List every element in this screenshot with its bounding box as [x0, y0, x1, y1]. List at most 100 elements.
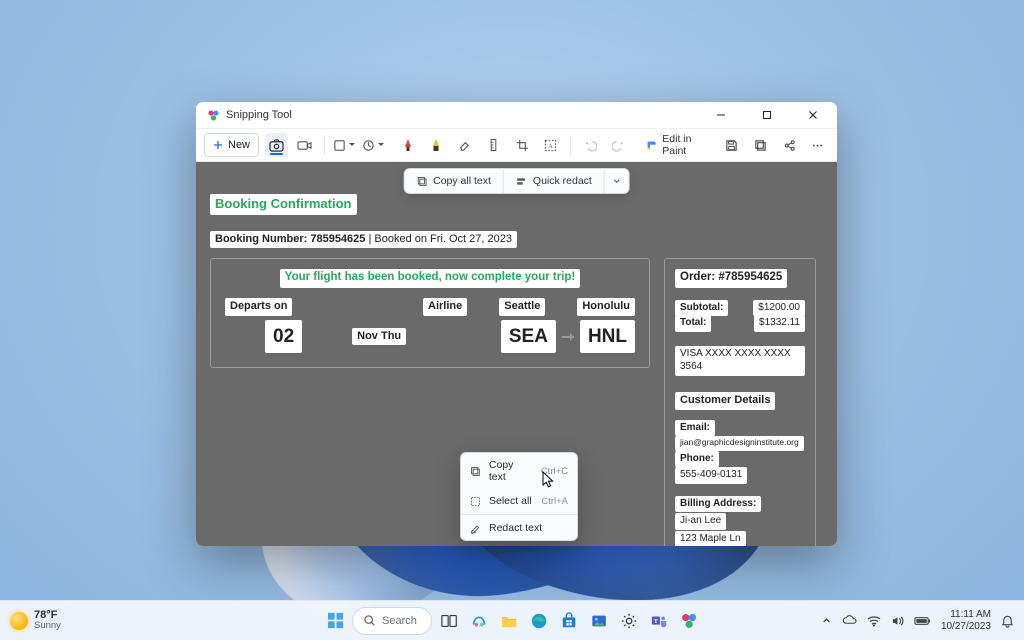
search-icon	[363, 614, 376, 627]
ctx-redact-text[interactable]: Redact text	[461, 516, 577, 540]
copy-all-text-button[interactable]: Copy all text	[404, 169, 503, 193]
titlebar: Snipping Tool	[196, 102, 837, 128]
photos-button[interactable]	[586, 608, 612, 634]
delay-dropdown[interactable]	[362, 133, 385, 157]
copilot-button[interactable]	[466, 608, 492, 634]
edge-button[interactable]	[526, 608, 552, 634]
taskbar-clock[interactable]: 11:11 AM 10/27/2023	[941, 609, 991, 632]
eraser-button[interactable]	[454, 133, 477, 157]
airport-codes: SEA HNL	[501, 320, 635, 354]
email-label: Email:	[675, 420, 715, 437]
ctx-copy-text[interactable]: Copy text Ctrl+C	[461, 453, 577, 489]
undo-button[interactable]	[579, 133, 602, 157]
weather-cond: Sunny	[34, 621, 61, 631]
total-label: Total:	[675, 315, 711, 332]
highlighter-button[interactable]	[425, 133, 448, 157]
redo-button[interactable]	[607, 133, 630, 157]
card-info: VISA XXXX XXXX XXXX 3564	[675, 346, 805, 376]
snip-mode-dropdown[interactable]	[333, 133, 356, 157]
plus-icon	[213, 140, 223, 150]
select-all-icon	[470, 496, 481, 507]
taskbar-center: Search T	[322, 607, 702, 635]
flight-panel: Your flight has been booked, now complet…	[210, 258, 650, 368]
ruler-button[interactable]	[482, 133, 505, 157]
wifi-icon[interactable]	[867, 615, 881, 627]
banner: Your flight has been booked, now complet…	[280, 269, 581, 288]
taskbar: 78°F Sunny Search T 11:11 AM 10/27/2023	[0, 600, 1024, 640]
start-button[interactable]	[322, 608, 348, 634]
total-value: $1332.11	[754, 315, 805, 332]
addr-name: Ji-an Lee	[675, 513, 726, 530]
copy-all-label: Copy all text	[433, 175, 491, 187]
teams-button[interactable]: T	[646, 608, 672, 634]
context-menu: Copy text Ctrl+C Select all Ctrl+A Redac…	[460, 452, 578, 541]
subtotal-label: Subtotal:	[675, 300, 728, 317]
chevron-down-icon	[613, 177, 621, 185]
from-city: Seattle	[499, 298, 545, 316]
notifications-icon[interactable]	[1001, 614, 1014, 628]
paint-icon	[646, 139, 657, 152]
redact-icon	[516, 176, 527, 187]
app-title: Snipping Tool	[226, 109, 292, 121]
settings-button[interactable]	[616, 608, 642, 634]
edit-in-paint-button[interactable]: Edit in Paint	[642, 133, 714, 157]
taskbar-weather[interactable]: 78°F Sunny	[10, 609, 61, 632]
arrow-icon	[562, 336, 574, 338]
quick-redact-dropdown[interactable]	[605, 169, 629, 193]
explorer-button[interactable]	[496, 608, 522, 634]
close-button[interactable]	[793, 102, 833, 128]
addr-line: 123 Maple Ln	[675, 531, 746, 546]
email-value: jian@graphicdesigninstitute.org	[675, 436, 804, 450]
share-button[interactable]	[778, 133, 801, 157]
ctx-redact-label: Redact text	[489, 522, 542, 534]
ctx-select-shortcut: Ctrl+A	[541, 496, 568, 507]
camera-snip-button[interactable]	[265, 133, 288, 157]
copy-button[interactable]	[749, 133, 772, 157]
order-panel: Order: #785954625 Subtotal: $1200.00 Tot…	[664, 258, 816, 546]
copy-icon	[416, 176, 427, 187]
new-button[interactable]: New	[204, 133, 259, 157]
copy-icon	[470, 466, 481, 477]
battery-icon[interactable]	[914, 616, 931, 626]
pen-red-button[interactable]	[396, 133, 419, 157]
redact-icon	[470, 523, 481, 534]
quick-redact-label: Quick redact	[533, 175, 592, 187]
snipping-tool-taskbar[interactable]	[676, 608, 702, 634]
new-button-label: New	[228, 139, 250, 151]
phone-value: 555-409-0131	[675, 467, 747, 484]
depart-day: 02	[265, 320, 302, 354]
ctx-copy-shortcut: Ctrl+C	[541, 466, 568, 477]
text-actions-button[interactable]: A	[539, 133, 562, 157]
order-header: Order: #785954625	[675, 269, 787, 288]
svg-text:A: A	[548, 142, 553, 149]
store-button[interactable]	[556, 608, 582, 634]
to-code: HNL	[580, 320, 635, 354]
doc-heading: Booking Confirmation	[210, 194, 357, 215]
onedrive-icon[interactable]	[842, 615, 857, 626]
addr-label: Billing Address:	[675, 496, 761, 513]
quick-redact-button[interactable]: Quick redact	[504, 169, 604, 193]
clock-time: 11:11 AM	[941, 609, 991, 621]
phone-label: Phone:	[675, 451, 719, 468]
depart-month-day: Nov Thu	[352, 328, 406, 346]
ctx-select-label: Select all	[489, 495, 532, 507]
to-city: Honolulu	[577, 298, 635, 316]
customer-heading: Customer Details	[675, 392, 775, 410]
more-button[interactable]	[806, 133, 829, 157]
booking-line: Booking Number: 785954625 | Booked on Fr…	[210, 231, 517, 249]
toolbar: New A	[196, 128, 837, 162]
sun-icon	[10, 612, 28, 630]
save-button[interactable]	[720, 133, 743, 157]
departs-on-label: Departs on	[225, 298, 292, 316]
volume-icon[interactable]	[891, 615, 904, 627]
ctx-select-all[interactable]: Select all Ctrl+A	[461, 489, 577, 513]
tray-chevron[interactable]	[821, 615, 832, 626]
video-snip-button[interactable]	[294, 133, 317, 157]
maximize-button[interactable]	[747, 102, 787, 128]
crop-button[interactable]	[511, 133, 534, 157]
search-placeholder: Search	[382, 615, 417, 627]
taskbar-search[interactable]: Search	[352, 607, 432, 635]
minimize-button[interactable]	[701, 102, 741, 128]
task-view-button[interactable]	[436, 608, 462, 634]
edit-in-paint-label: Edit in Paint	[662, 133, 710, 157]
